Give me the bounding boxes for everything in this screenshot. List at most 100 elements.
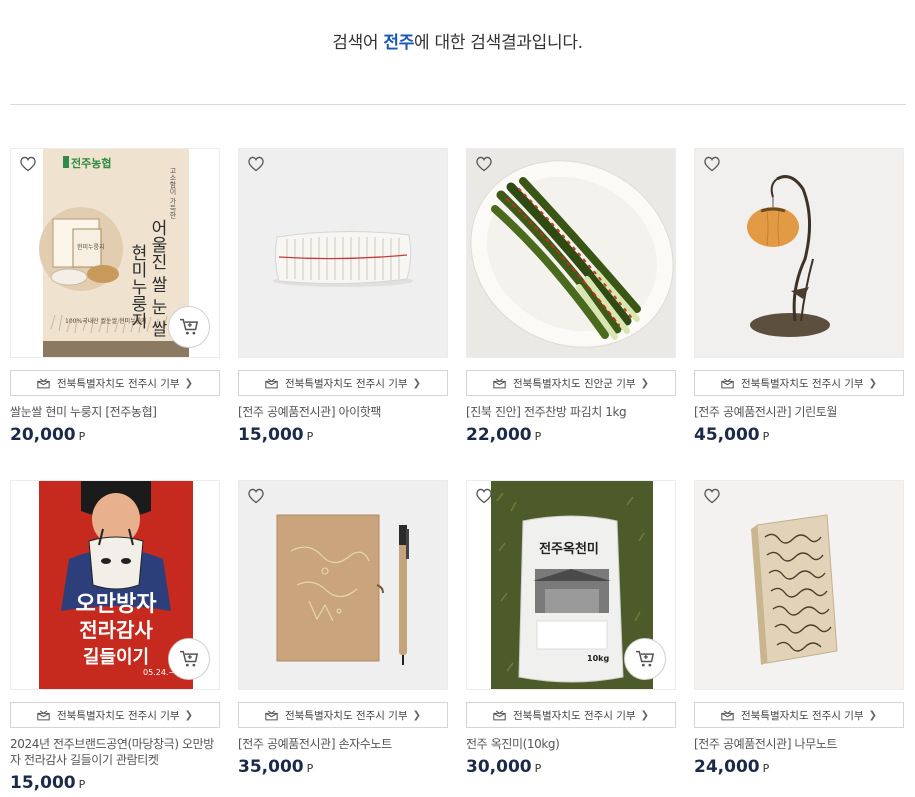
product-name[interactable]: [전주 공예품전시관] 나무노트 [694, 736, 904, 752]
svg-text:길들이기: 길들이기 [83, 646, 149, 668]
price-value: 22,000 [466, 425, 532, 445]
donation-region-button[interactable]: 전북특별자치도 전주시 기부 ❯ [694, 702, 904, 728]
product-name[interactable]: 전주 옥진미(10kg) [466, 736, 676, 752]
chevron-right-icon: ❯ [868, 709, 877, 721]
add-to-cart-button[interactable] [168, 638, 210, 680]
svg-text:오만방자: 오만방자 [76, 591, 158, 617]
product-name[interactable]: 쌀눈쌀 현미 누룽지 [전주농협] [10, 404, 220, 420]
price-value: 35,000 [238, 757, 304, 777]
chevron-right-icon: ❯ [184, 377, 193, 389]
product-image[interactable] [238, 148, 448, 358]
product-price: 20,000 P [10, 425, 220, 445]
heart-icon[interactable] [247, 488, 265, 504]
heart-icon[interactable] [475, 488, 493, 504]
heart-icon[interactable] [247, 156, 265, 172]
gift-box-icon [37, 378, 50, 389]
svg-text:100%국내산 쌀눈쌀 현미누룽지: 100%국내산 쌀눈쌀 현미누룽지 [65, 317, 147, 325]
price-unit: P [306, 430, 314, 443]
donation-region-button[interactable]: 전북특별자치도 전주시 기부 ❯ [694, 370, 904, 396]
cart-icon [180, 650, 199, 667]
cart-icon [180, 318, 199, 335]
divider [10, 104, 906, 105]
donation-region-button[interactable]: 전북특별자치도 전주시 기부 ❯ [238, 370, 448, 396]
product-image[interactable] [238, 480, 448, 690]
donation-region-button[interactable]: 전북특별자치도 전주시 기부 ❯ [238, 702, 448, 728]
product-card[interactable]: 전주옥천미 10kg 전북특별자치도 전주시 기부 ❯ 전주 옥진미(10kg)… [466, 480, 676, 777]
search-keyword: 전주 [383, 33, 415, 53]
product-card[interactable]: 전주농협 어울진 쌀 눈 쌀 현미누룽지 고소함이 가득한 100%국내산 쌀눈… [10, 148, 220, 445]
donation-region-button[interactable]: 전북특별자치도 전주시 기부 ❯ [466, 702, 676, 728]
price-unit: P [78, 778, 86, 791]
heading-suffix: 에 대한 검색결과입니다. [414, 33, 583, 53]
product-image[interactable]: 전주농협 어울진 쌀 눈 쌀 현미누룽지 고소함이 가득한 100%국내산 쌀눈… [10, 148, 220, 358]
heart-icon[interactable] [475, 156, 493, 172]
product-image[interactable]: 전주옥천미 10kg [466, 480, 676, 690]
product-card[interactable]: 전북특별자치도 전주시 기부 ❯ [전주 공예품전시관] 나무노트 24,000… [694, 480, 904, 777]
heart-icon[interactable] [19, 488, 37, 504]
gift-box-icon [265, 378, 278, 389]
svg-text:어울진 쌀 눈 쌀: 어울진 쌀 눈 쌀 [147, 219, 167, 337]
hot-pack-image [239, 149, 447, 357]
product-price: 15,000 P [238, 425, 448, 445]
embroidery-notebook-image [239, 481, 447, 689]
product-image[interactable]: 오만방자 전라감사 길들이기 05.24.~ [10, 480, 220, 690]
donation-region-button[interactable]: 전북특별자치도 전주시 기부 ❯ [10, 370, 220, 396]
product-name[interactable]: [진북 진안] 전주찬방 파김치 1kg [466, 404, 676, 420]
product-card[interactable]: 전북특별자치도 진안군 기부 ❯ [진북 진안] 전주찬방 파김치 1kg 22… [466, 148, 676, 445]
price-value: 30,000 [466, 757, 532, 777]
product-name[interactable]: [전주 공예품전시관] 손자수노트 [238, 736, 448, 752]
product-price: 35,000 P [238, 757, 448, 777]
donation-label: 전북특별자치도 전주시 기부 [57, 377, 180, 390]
heart-icon[interactable] [703, 156, 721, 172]
product-name[interactable]: [전주 공예품전시관] 기린토월 [694, 404, 904, 420]
persimmon-lamp-image [695, 149, 903, 357]
chevron-right-icon: ❯ [640, 377, 649, 389]
chevron-right-icon: ❯ [184, 709, 193, 721]
product-name[interactable]: [전주 공예품전시관] 아이핫팩 [238, 404, 448, 420]
product-image[interactable] [694, 480, 904, 690]
price-unit: P [762, 430, 770, 443]
donation-label: 전북특별자치도 진안군 기부 [513, 377, 636, 390]
donation-label: 전북특별자치도 전주시 기부 [741, 709, 864, 722]
heart-icon[interactable] [19, 156, 37, 172]
donation-region-button[interactable]: 전북특별자치도 전주시 기부 ❯ [10, 702, 220, 728]
price-unit: P [534, 430, 542, 443]
chevron-right-icon: ❯ [412, 709, 421, 721]
gift-box-icon [37, 710, 50, 721]
wooden-notebook-image [695, 481, 903, 689]
gift-box-icon [721, 710, 734, 721]
product-price: 45,000 P [694, 425, 904, 445]
donation-region-button[interactable]: 전북특별자치도 진안군 기부 ❯ [466, 370, 676, 396]
product-image[interactable] [694, 148, 904, 358]
heart-icon[interactable] [703, 488, 721, 504]
gift-box-icon [493, 378, 506, 389]
donation-label: 전북특별자치도 전주시 기부 [285, 377, 408, 390]
search-result-heading: 검색어 전주에 대한 검색결과입니다. [0, 28, 915, 53]
pa-kimchi-image [467, 149, 675, 357]
product-price: 22,000 P [466, 425, 676, 445]
product-name[interactable]: 2024년 전주브랜드공연(마당창극) 오만방자 전라감사 길들이기 관람티켓 [10, 736, 220, 768]
donation-label: 전북특별자치도 전주시 기부 [513, 709, 636, 722]
svg-text:현미누룽지: 현미누룽지 [127, 244, 147, 329]
add-to-cart-button[interactable] [168, 306, 210, 348]
product-card[interactable]: 전북특별자치도 전주시 기부 ❯ [전주 공예품전시관] 아이핫팩 15,000… [238, 148, 448, 445]
svg-text:전라감사: 전라감사 [79, 618, 153, 642]
product-price: 30,000 P [466, 757, 676, 777]
product-image[interactable] [466, 148, 676, 358]
gift-box-icon [721, 378, 734, 389]
chevron-right-icon: ❯ [640, 709, 649, 721]
price-value: 24,000 [694, 757, 760, 777]
price-value: 20,000 [10, 425, 76, 445]
svg-text:전주옥천미: 전주옥천미 [539, 541, 599, 557]
chevron-right-icon: ❯ [412, 377, 421, 389]
product-price: 15,000 P [10, 773, 220, 793]
donation-label: 전북특별자치도 전주시 기부 [285, 709, 408, 722]
price-unit: P [306, 762, 314, 775]
product-card[interactable]: 오만방자 전라감사 길들이기 05.24.~ 전북특별자치도 전주시 기부 ❯ … [10, 480, 220, 793]
svg-text:현미누룽지: 현미누룽지 [77, 243, 105, 251]
price-value: 15,000 [10, 773, 76, 793]
product-card[interactable]: 전북특별자치도 전주시 기부 ❯ [전주 공예품전시관] 손자수노트 35,00… [238, 480, 448, 777]
add-to-cart-button[interactable] [624, 638, 666, 680]
price-value: 15,000 [238, 425, 304, 445]
product-card[interactable]: 전북특별자치도 전주시 기부 ❯ [전주 공예품전시관] 기린토월 45,000… [694, 148, 904, 445]
